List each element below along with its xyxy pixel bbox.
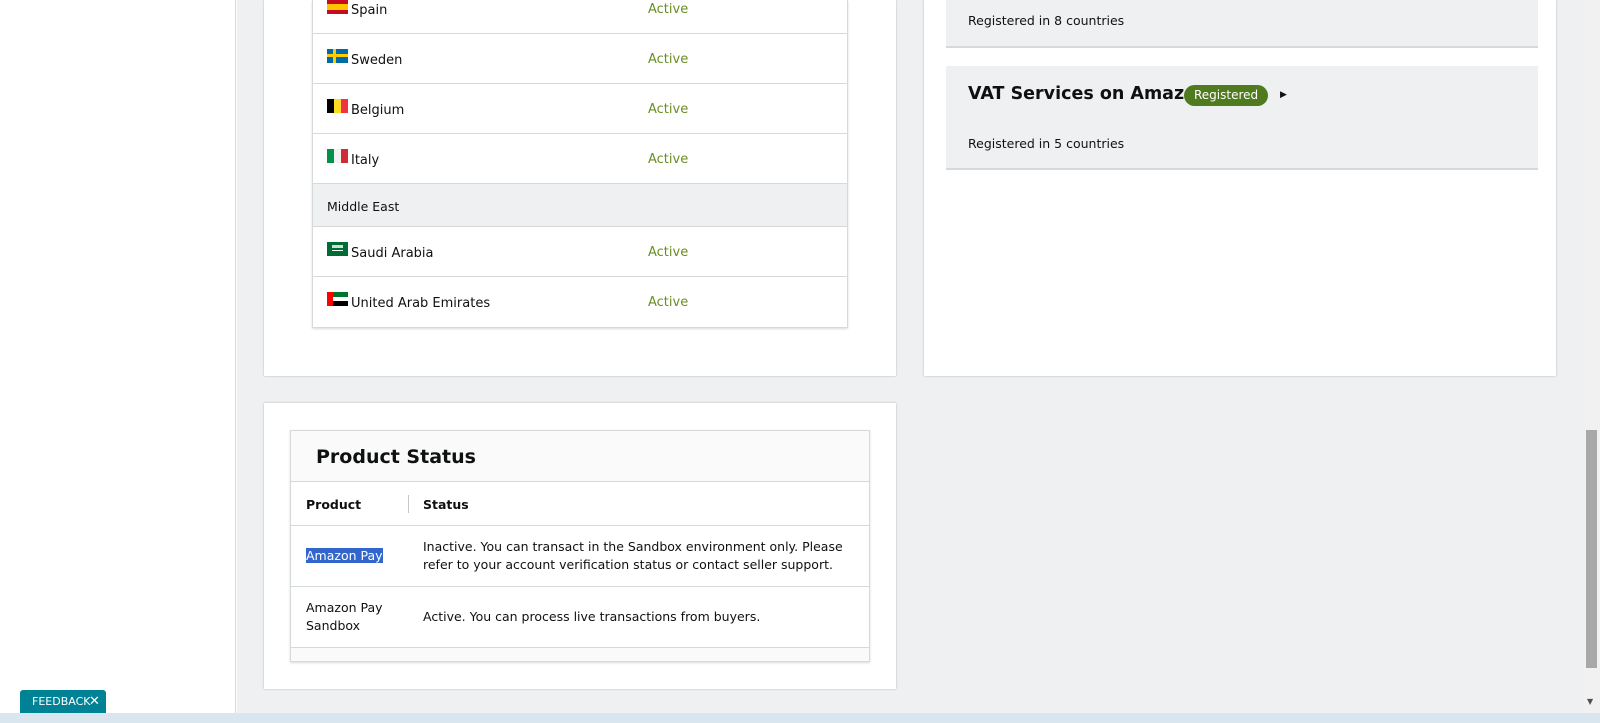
spain-flag-icon bbox=[327, 0, 348, 14]
country-name: Sweden bbox=[351, 53, 403, 68]
product-status-title: Product Status bbox=[291, 431, 869, 482]
product-status-text: Active. You can process live transaction… bbox=[423, 609, 761, 624]
product-name: Amazon Pay Sandbox bbox=[306, 600, 383, 633]
country-name: Italy bbox=[351, 153, 380, 168]
product-name: Amazon Pay bbox=[306, 547, 406, 565]
scroll-down-arrow-icon[interactable]: ▼ bbox=[1587, 697, 1593, 706]
country-row-sweden: Sweden Active bbox=[313, 34, 847, 84]
feedback-label: FEEDBACK bbox=[32, 695, 91, 708]
country-status: Active bbox=[648, 152, 689, 167]
product-status-text: Inactive. You can transact in the Sandbo… bbox=[423, 539, 843, 572]
country-name: Spain bbox=[351, 3, 388, 18]
country-status: Active bbox=[648, 102, 689, 117]
registered-count: Registered in 5 countries bbox=[968, 136, 1125, 151]
product-status-card: Product Status Product Status Amazon Pay… bbox=[264, 403, 896, 689]
italy-flag-icon bbox=[327, 149, 348, 163]
vat-services-title: VAT Services on Amazon bbox=[968, 84, 1209, 104]
country-row-italy: Italy Active bbox=[313, 134, 847, 184]
country-status: Active bbox=[648, 52, 689, 67]
country-row-spain: Spain Active bbox=[313, 0, 847, 34]
product-status-panel: Product Status Product Status Amazon Pay… bbox=[290, 430, 870, 662]
bottom-bar bbox=[0, 713, 1600, 723]
uae-flag-icon bbox=[327, 292, 348, 306]
table-row: Amazon Pay Sandbox Active. You can proce… bbox=[291, 587, 869, 648]
marketplace-card: Spain Active Sweden Active Belgium Activ… bbox=[264, 0, 896, 376]
country-row-uae: United Arab Emirates Active bbox=[313, 277, 847, 327]
region-group-header: Middle East bbox=[313, 184, 847, 227]
saudi-arabia-flag-icon bbox=[327, 242, 348, 256]
scrollbar-thumb[interactable] bbox=[1586, 430, 1597, 668]
caret-right-icon[interactable]: ▶ bbox=[1280, 90, 1287, 100]
status-column-header[interactable]: Status bbox=[423, 497, 469, 512]
registered-count: Registered in 8 countries bbox=[968, 13, 1125, 28]
country-status: Active bbox=[648, 2, 689, 17]
country-status-table: Spain Active Sweden Active Belgium Activ… bbox=[312, 0, 848, 328]
close-icon[interactable]: ✕ bbox=[89, 690, 100, 714]
country-row-belgium: Belgium Active bbox=[313, 84, 847, 134]
product-column-header[interactable]: Product bbox=[306, 497, 361, 512]
registrations-card: Registered in 8 countries VAT Services o… bbox=[924, 0, 1556, 376]
belgium-flag-icon bbox=[327, 99, 348, 113]
vertical-scrollbar[interactable]: ▼ bbox=[1583, 0, 1600, 713]
country-name: United Arab Emirates bbox=[351, 296, 491, 311]
table-row: Amazon Pay Inactive. You can transact in… bbox=[291, 526, 869, 587]
sweden-flag-icon bbox=[327, 49, 348, 63]
country-name: Belgium bbox=[351, 103, 405, 118]
product-status-table-header: Product Status bbox=[291, 482, 869, 526]
left-sidebar bbox=[0, 0, 236, 713]
country-row-saudi-arabia: Saudi Arabia Active bbox=[313, 227, 847, 277]
selected-text: Amazon Pay bbox=[306, 548, 383, 563]
registration-summary-box: Registered in 8 countries bbox=[946, 0, 1538, 48]
country-status: Active bbox=[648, 245, 689, 260]
country-status: Active bbox=[648, 295, 689, 310]
column-divider[interactable] bbox=[408, 495, 409, 513]
country-name: Saudi Arabia bbox=[351, 246, 434, 261]
vat-services-box[interactable]: VAT Services on Amazon Registered ▶ Regi… bbox=[946, 66, 1538, 170]
feedback-button[interactable]: FEEDBACK ✕ bbox=[20, 690, 106, 714]
registered-badge: Registered bbox=[1184, 85, 1269, 106]
